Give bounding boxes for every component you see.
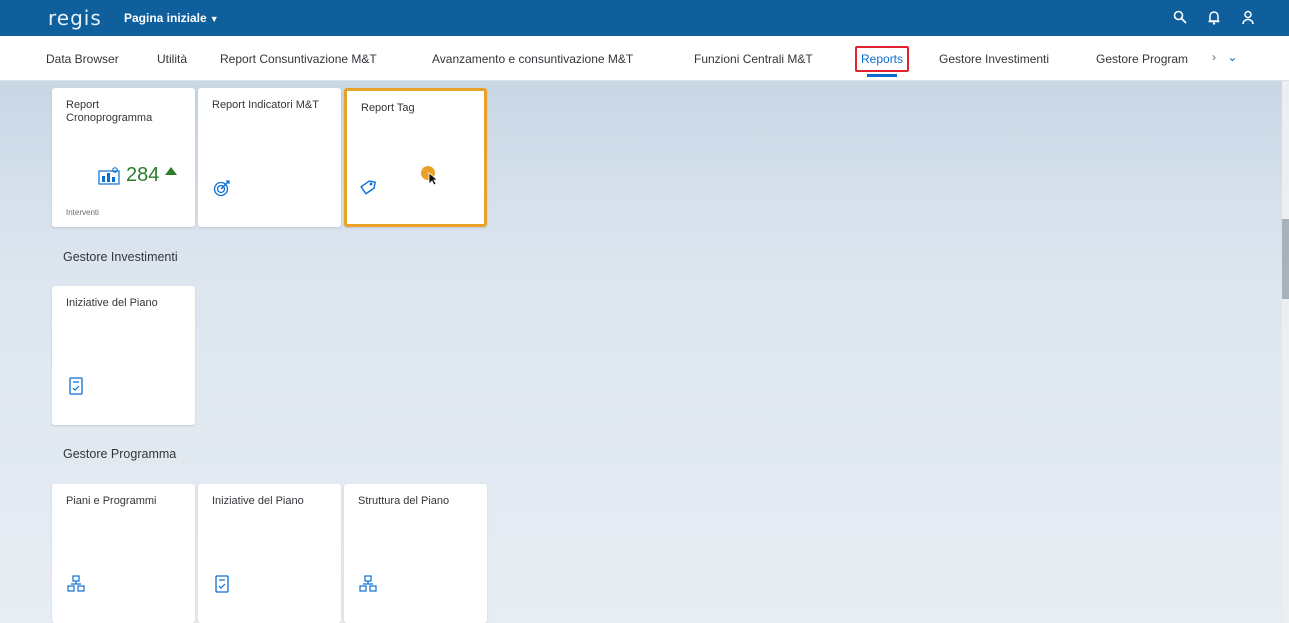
tile-title: Iniziative del Piano bbox=[66, 297, 158, 309]
hierarchy-icon bbox=[67, 575, 85, 592]
tile-struttura-del-piano[interactable]: Struttura del Piano bbox=[344, 484, 487, 623]
kpi-value: 284 bbox=[98, 164, 178, 187]
shell-bar: regis Pagina iniziale ▼ bbox=[0, 0, 1289, 36]
tab-overflow: › ⌄ bbox=[1212, 50, 1237, 64]
search-icon[interactable] bbox=[1173, 10, 1189, 26]
page-menu-label: Pagina iniziale bbox=[124, 11, 207, 25]
tab-avanzamento-consuntivazione[interactable]: Avanzamento e consuntivazione M&T bbox=[432, 52, 633, 66]
tag-icon bbox=[360, 180, 376, 195]
caret-down-icon: ▼ bbox=[209, 14, 219, 24]
tile-title: Piani e Programmi bbox=[66, 495, 157, 507]
active-tab-indicator bbox=[867, 74, 898, 77]
hierarchy-icon bbox=[359, 575, 377, 592]
tile-title: Iniziative del Piano bbox=[212, 495, 304, 507]
user-icon[interactable] bbox=[1241, 10, 1257, 26]
chevron-right-icon[interactable]: › bbox=[1212, 50, 1216, 64]
trend-up-icon bbox=[165, 166, 178, 175]
highlight-box bbox=[855, 46, 910, 72]
bell-icon[interactable] bbox=[1207, 10, 1223, 26]
tile-report-indicatori[interactable]: Report Indicatori M&T bbox=[198, 88, 341, 227]
tile-piani-e-programmi[interactable]: Piani e Programmi bbox=[52, 484, 195, 623]
document-check-icon bbox=[69, 377, 83, 395]
tile-footer: Interventi bbox=[66, 208, 99, 217]
scrollbar[interactable] bbox=[1282, 81, 1289, 623]
tab-gestore-programma[interactable]: Gestore Program bbox=[1096, 52, 1188, 66]
tab-funzioni-centrali[interactable]: Funzioni Centrali M&T bbox=[694, 52, 813, 66]
page-menu-button[interactable]: Pagina iniziale ▼ bbox=[124, 11, 219, 25]
group-title-gestore-programma: Gestore Programma bbox=[63, 447, 177, 461]
target-icon bbox=[213, 180, 230, 197]
tab-gestore-investimenti[interactable]: Gestore Investimenti bbox=[939, 52, 1049, 66]
cursor-arrow-icon bbox=[428, 172, 438, 186]
scrollbar-thumb[interactable] bbox=[1282, 219, 1289, 299]
tile-report-cronoprogramma[interactable]: Report Cronoprogramma 284 Interventi bbox=[52, 88, 195, 227]
tile-iniziative-del-piano[interactable]: Iniziative del Piano bbox=[52, 286, 195, 425]
logo[interactable]: regis bbox=[48, 6, 102, 30]
document-check-icon bbox=[215, 575, 229, 593]
group-title-gestore-investimenti: Gestore Investimenti bbox=[63, 250, 178, 264]
tile-report-tag[interactable]: Report Tag bbox=[344, 88, 487, 227]
tile-title: Report Tag bbox=[361, 102, 415, 114]
tab-report-consuntivazione[interactable]: Report Consuntivazione M&T bbox=[220, 52, 377, 66]
tab-bar: Data Browser Utilità Report Consuntivazi… bbox=[0, 36, 1289, 81]
tile-title: Report Cronoprogramma bbox=[66, 99, 153, 124]
tab-utilita[interactable]: Utilità bbox=[157, 52, 187, 66]
tile-title: Struttura del Piano bbox=[358, 495, 450, 507]
chart-icon bbox=[98, 166, 120, 185]
kpi-number: 284 bbox=[126, 164, 160, 186]
tab-reports[interactable]: Reports bbox=[855, 46, 910, 77]
tab-data-browser[interactable]: Data Browser bbox=[46, 52, 119, 66]
chevron-down-icon[interactable]: ⌄ bbox=[1227, 50, 1237, 64]
tile-iniziative-del-piano[interactable]: Iniziative del Piano bbox=[198, 484, 341, 623]
tile-title: Report Indicatori M&T bbox=[212, 99, 319, 111]
